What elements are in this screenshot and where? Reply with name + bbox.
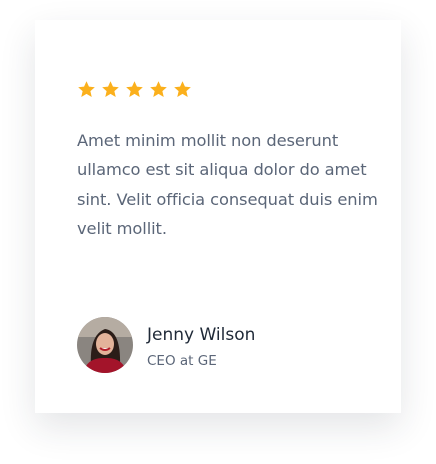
star-rating xyxy=(77,80,192,99)
star-icon xyxy=(125,80,144,99)
testimonial-card: Amet minim mollit non deserunt ullamco e… xyxy=(35,20,401,413)
star-icon xyxy=(149,80,168,99)
star-icon xyxy=(101,80,120,99)
avatar xyxy=(77,317,133,373)
star-icon xyxy=(173,80,192,99)
star-icon xyxy=(77,80,96,99)
author-title: CEO at GE xyxy=(147,353,217,369)
testimonial-quote: Amet minim mollit non deserunt ullamco e… xyxy=(77,131,378,238)
author-name: Jenny Wilson xyxy=(147,325,256,345)
